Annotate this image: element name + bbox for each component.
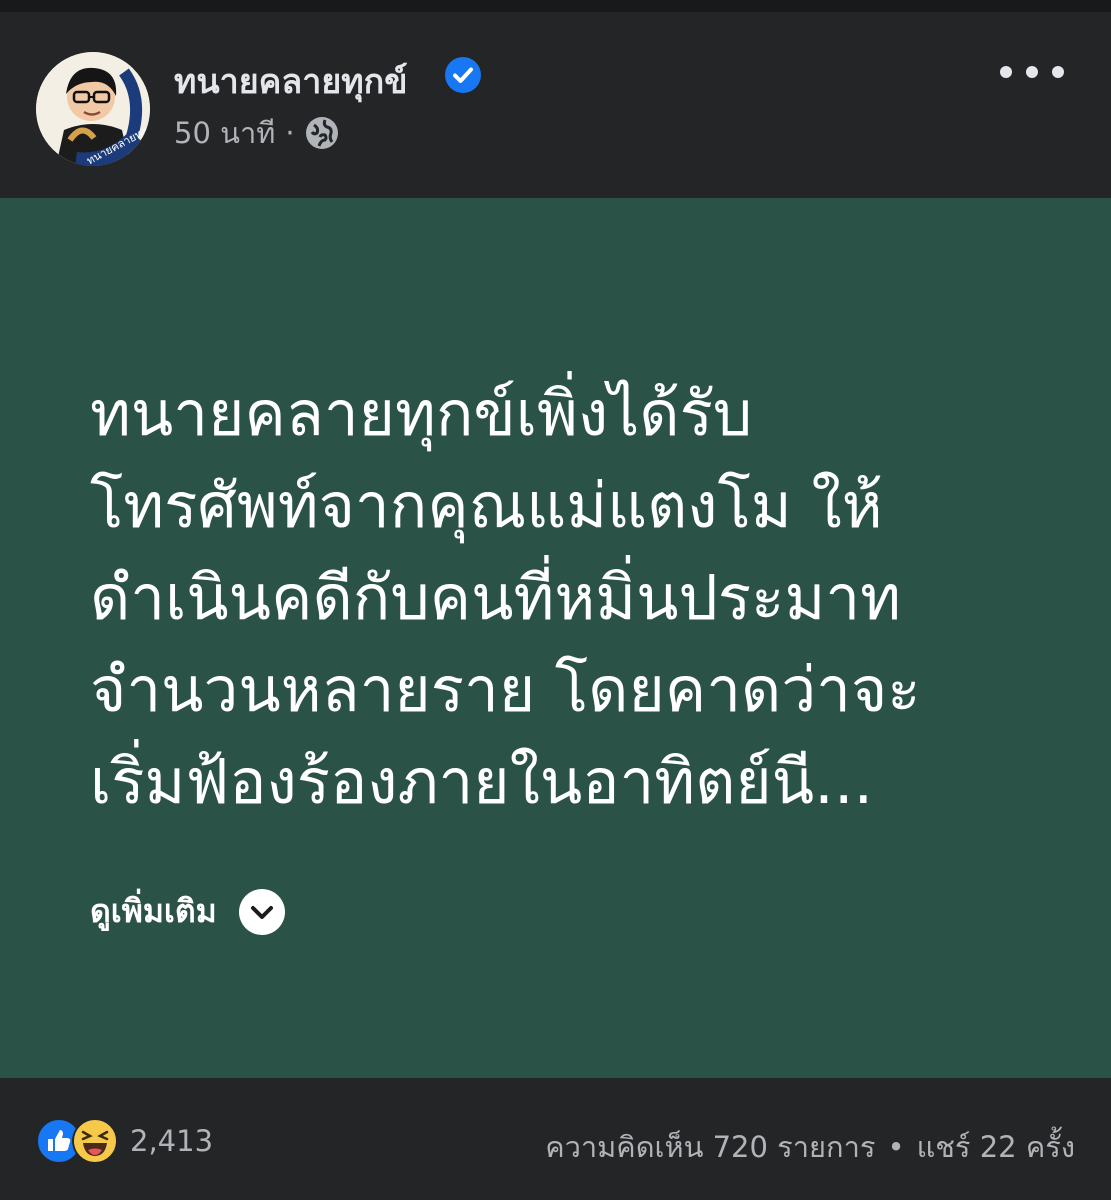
avatar-image: ทนายคลายทุกข์ bbox=[36, 52, 150, 166]
meta-separator: · bbox=[285, 116, 295, 150]
more-options-button[interactable] bbox=[1000, 52, 1064, 92]
post-header: ทนายคลายทุกข์ ทนายคลายทุกข์ 50 นาที · bbox=[0, 12, 1111, 198]
post-footer: 2,413 ความคิดเห็น 720 รายการ • แชร์ 22 ค… bbox=[0, 1078, 1111, 1200]
chevron-down-icon bbox=[238, 888, 285, 935]
reaction-count: 2,413 bbox=[130, 1124, 214, 1158]
avatar[interactable]: ทนายคลายทุกข์ bbox=[36, 52, 150, 166]
more-options-icon bbox=[1026, 66, 1038, 78]
see-more-label: ดูเพิ่มเติม bbox=[90, 892, 217, 930]
share-count[interactable]: แชร์ 22 ครั้ง bbox=[917, 1124, 1075, 1170]
post-time[interactable]: 50 นาที bbox=[174, 110, 275, 156]
reactions-summary[interactable]: 2,413 bbox=[36, 1118, 213, 1164]
post-text-line: ดำเนินคดีกับคนที่หมิ่นประมาท bbox=[90, 561, 902, 634]
more-options-icon bbox=[1052, 66, 1064, 78]
see-more-button[interactable]: ดูเพิ่มเติม bbox=[90, 886, 285, 937]
more-options-icon bbox=[1000, 66, 1012, 78]
post-content[interactable]: ทนายคลายทุกข์เพิ่งได้รับ โทรศัพท์จากคุณแ… bbox=[0, 198, 1111, 1078]
stats-separator: • bbox=[887, 1130, 905, 1164]
haha-reaction-icon bbox=[72, 1118, 118, 1164]
page-name[interactable]: ทนายคลายทุกข์ bbox=[174, 54, 408, 108]
post-meta: 50 นาที · bbox=[174, 110, 339, 156]
top-strip bbox=[0, 0, 1111, 12]
globe-icon bbox=[305, 117, 338, 149]
post-text-line: เริ่มฟ้องร้องภายในอาทิตย์นี... bbox=[90, 745, 874, 818]
engagement-stats: ความคิดเห็น 720 รายการ • แชร์ 22 ครั้ง bbox=[545, 1124, 1075, 1170]
post-text-line: ทนายคลายทุกข์เพิ่งได้รับ bbox=[90, 377, 753, 450]
post-text-line: โทรศัพท์จากคุณแม่แตงโม ให้ bbox=[90, 469, 883, 542]
post-text: ทนายคลายทุกข์เพิ่งได้รับ โทรศัพท์จากคุณแ… bbox=[90, 368, 1050, 828]
comment-count[interactable]: ความคิดเห็น 720 รายการ bbox=[545, 1124, 875, 1170]
post-text-line: จำนวนหลายราย โดยคาดว่าจะ bbox=[90, 653, 921, 726]
verified-badge-icon bbox=[445, 57, 481, 93]
